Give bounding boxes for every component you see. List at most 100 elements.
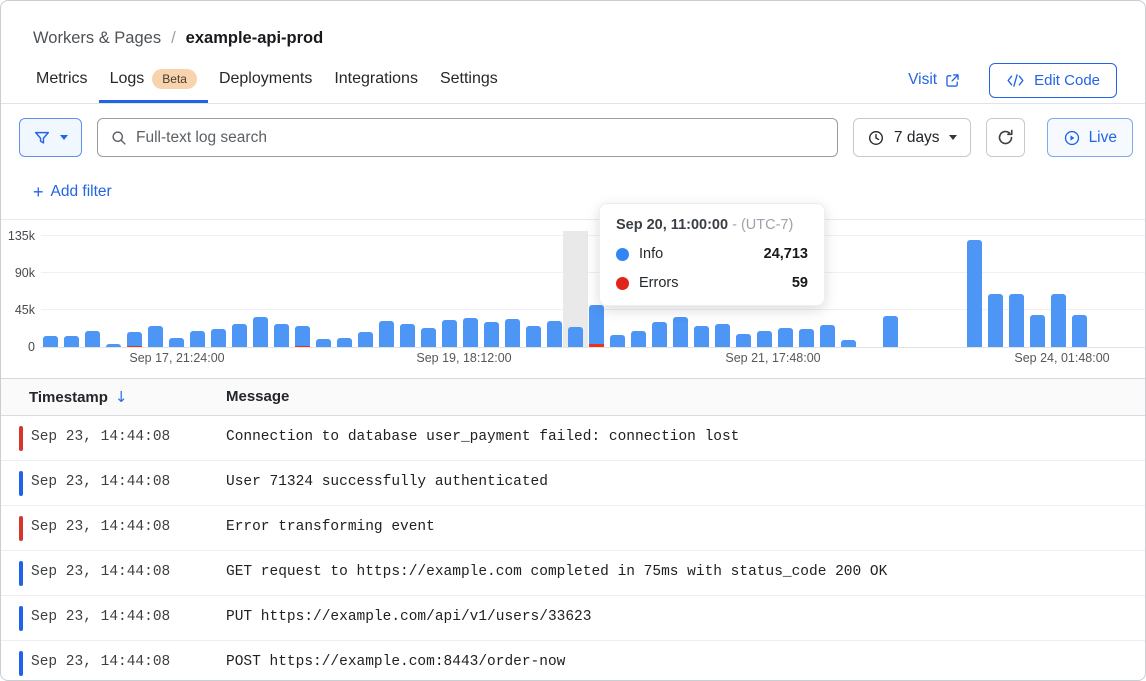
chart-bar[interactable]: [295, 326, 310, 347]
chart-bar[interactable]: [463, 318, 478, 347]
time-range-dropdown[interactable]: 7 days: [853, 118, 971, 157]
chart-tooltip: Sep 20, 11:00:00 - (UTC-7) Info 24,713 E…: [599, 203, 825, 306]
plus-icon: +: [33, 183, 44, 201]
log-row[interactable]: Sep 23, 14:44:08 GET request to https://…: [1, 551, 1145, 596]
log-message: POST https://example.com:8443/order-now: [226, 654, 565, 670]
severity-indicator-info: [19, 471, 23, 496]
log-search-box[interactable]: [97, 118, 838, 157]
header-actions: Visit Edit Code: [908, 57, 1117, 103]
beta-badge: Beta: [152, 69, 197, 89]
column-header-timestamp[interactable]: Timestamp ↓: [29, 388, 128, 406]
chart-bar[interactable]: [127, 332, 142, 347]
tooltip-title: Sep 20, 11:00:00 - (UTC-7): [616, 217, 808, 233]
chart-bar[interactable]: [274, 324, 289, 347]
chart-bar[interactable]: [778, 328, 793, 347]
x-axis-tick-label: Sep 17, 21:24:00: [129, 351, 224, 365]
severity-indicator-error: [19, 516, 23, 541]
chart-bar[interactable]: [505, 319, 520, 347]
tooltip-row-errors: Errors 59: [616, 275, 808, 291]
tab-deployments[interactable]: Deployments: [208, 57, 323, 103]
tab-metrics[interactable]: Metrics: [25, 57, 99, 103]
chart-bar[interactable]: [589, 305, 604, 347]
chart-bar[interactable]: [652, 322, 667, 347]
chart-bar[interactable]: [841, 340, 856, 347]
chart-bar[interactable]: [694, 326, 709, 347]
chart-bar-error-segment: [295, 346, 310, 347]
chart-bar[interactable]: [106, 344, 121, 347]
code-icon: [1006, 73, 1025, 88]
workers-pages-app: Workers & Pages / example-api-prod Metri…: [0, 0, 1146, 681]
chart-bar[interactable]: [799, 329, 814, 347]
add-filter-row: + Add filter: [1, 170, 1145, 220]
chart-bar[interactable]: [1009, 294, 1024, 347]
chart-bar[interactable]: [232, 324, 247, 347]
chart-bar[interactable]: [190, 331, 205, 347]
chart-bar[interactable]: [568, 327, 583, 347]
chart-bar[interactable]: [526, 326, 541, 347]
chart-bar[interactable]: [148, 326, 163, 347]
add-filter-button[interactable]: + Add filter: [33, 183, 112, 201]
chart-bar[interactable]: [715, 324, 730, 347]
chart-plot-area[interactable]: [41, 237, 1145, 348]
chart-bar[interactable]: [169, 338, 184, 347]
sort-desc-icon: ↓: [115, 388, 128, 406]
chevron-down-icon: [60, 135, 68, 140]
info-dot: [616, 248, 629, 261]
search-icon: [110, 129, 128, 147]
search-input[interactable]: [136, 129, 825, 147]
log-timestamp: Sep 23, 14:44:08: [31, 564, 170, 580]
tooltip-timezone: - (UTC-7): [732, 217, 793, 233]
chart-bar[interactable]: [64, 336, 79, 348]
chart-bar[interactable]: [211, 329, 226, 347]
chart-bar[interactable]: [631, 331, 646, 347]
breadcrumb: Workers & Pages / example-api-prod: [1, 1, 1145, 57]
chart-bar[interactable]: [757, 331, 772, 347]
chart-bar[interactable]: [379, 321, 394, 347]
log-row[interactable]: Sep 23, 14:44:08 PUT https://example.com…: [1, 596, 1145, 641]
tab-logs[interactable]: Logs Beta: [99, 57, 208, 103]
filter-menu-button[interactable]: [19, 118, 82, 157]
log-row[interactable]: Sep 23, 14:44:08 User 71324 successfully…: [1, 461, 1145, 506]
chart-bar[interactable]: [988, 294, 1003, 347]
chart-bar[interactable]: [1072, 315, 1087, 347]
chart-bar[interactable]: [484, 322, 499, 347]
log-row[interactable]: Sep 23, 14:44:08 Connection to database …: [1, 416, 1145, 461]
edit-code-button[interactable]: Edit Code: [989, 63, 1117, 98]
refresh-button[interactable]: [986, 118, 1025, 157]
chart-bar[interactable]: [820, 325, 835, 347]
log-message: GET request to https://example.com compl…: [226, 564, 887, 580]
log-message: PUT https://example.com/api/v1/users/336…: [226, 609, 591, 625]
visit-link[interactable]: Visit: [908, 71, 961, 89]
chart-bar[interactable]: [547, 321, 562, 347]
chart-bar[interactable]: [400, 324, 415, 347]
log-table-body: Sep 23, 14:44:08 Connection to database …: [1, 416, 1145, 681]
tab-bar: Metrics Logs Beta Deployments Integratio…: [1, 57, 1145, 104]
chart-bar[interactable]: [358, 332, 373, 347]
chart-bar[interactable]: [967, 240, 982, 347]
chart-bar[interactable]: [421, 328, 436, 347]
log-row[interactable]: Sep 23, 14:44:08 POST https://example.co…: [1, 641, 1145, 681]
breadcrumb-section[interactable]: Workers & Pages: [33, 29, 161, 48]
x-axis-tick-label: Sep 21, 17:48:00: [725, 351, 820, 365]
chart-bar[interactable]: [337, 338, 352, 347]
chart-bar[interactable]: [442, 320, 457, 347]
tab-integrations[interactable]: Integrations: [323, 57, 429, 103]
live-button[interactable]: Live: [1047, 118, 1133, 157]
chart-bar[interactable]: [736, 334, 751, 347]
chart-bar[interactable]: [1051, 294, 1066, 347]
chart-bar[interactable]: [316, 339, 331, 347]
chart-bar[interactable]: [43, 336, 58, 348]
chart-bar[interactable]: [1030, 315, 1045, 347]
chart-bar[interactable]: [883, 316, 898, 347]
chart-bar[interactable]: [85, 331, 100, 347]
chart-bar[interactable]: [253, 317, 268, 347]
chart-bar[interactable]: [673, 317, 688, 347]
log-row[interactable]: Sep 23, 14:44:08 Error transforming even…: [1, 506, 1145, 551]
external-link-icon: [944, 72, 961, 89]
tab-settings[interactable]: Settings: [429, 57, 509, 103]
log-timestamp: Sep 23, 14:44:08: [31, 519, 170, 535]
chart-bar[interactable]: [610, 335, 625, 347]
x-axis-tick-label: Sep 19, 18:12:00: [416, 351, 511, 365]
log-message: Error transforming event: [226, 519, 435, 535]
y-axis-tick-label: 0: [1, 340, 35, 354]
